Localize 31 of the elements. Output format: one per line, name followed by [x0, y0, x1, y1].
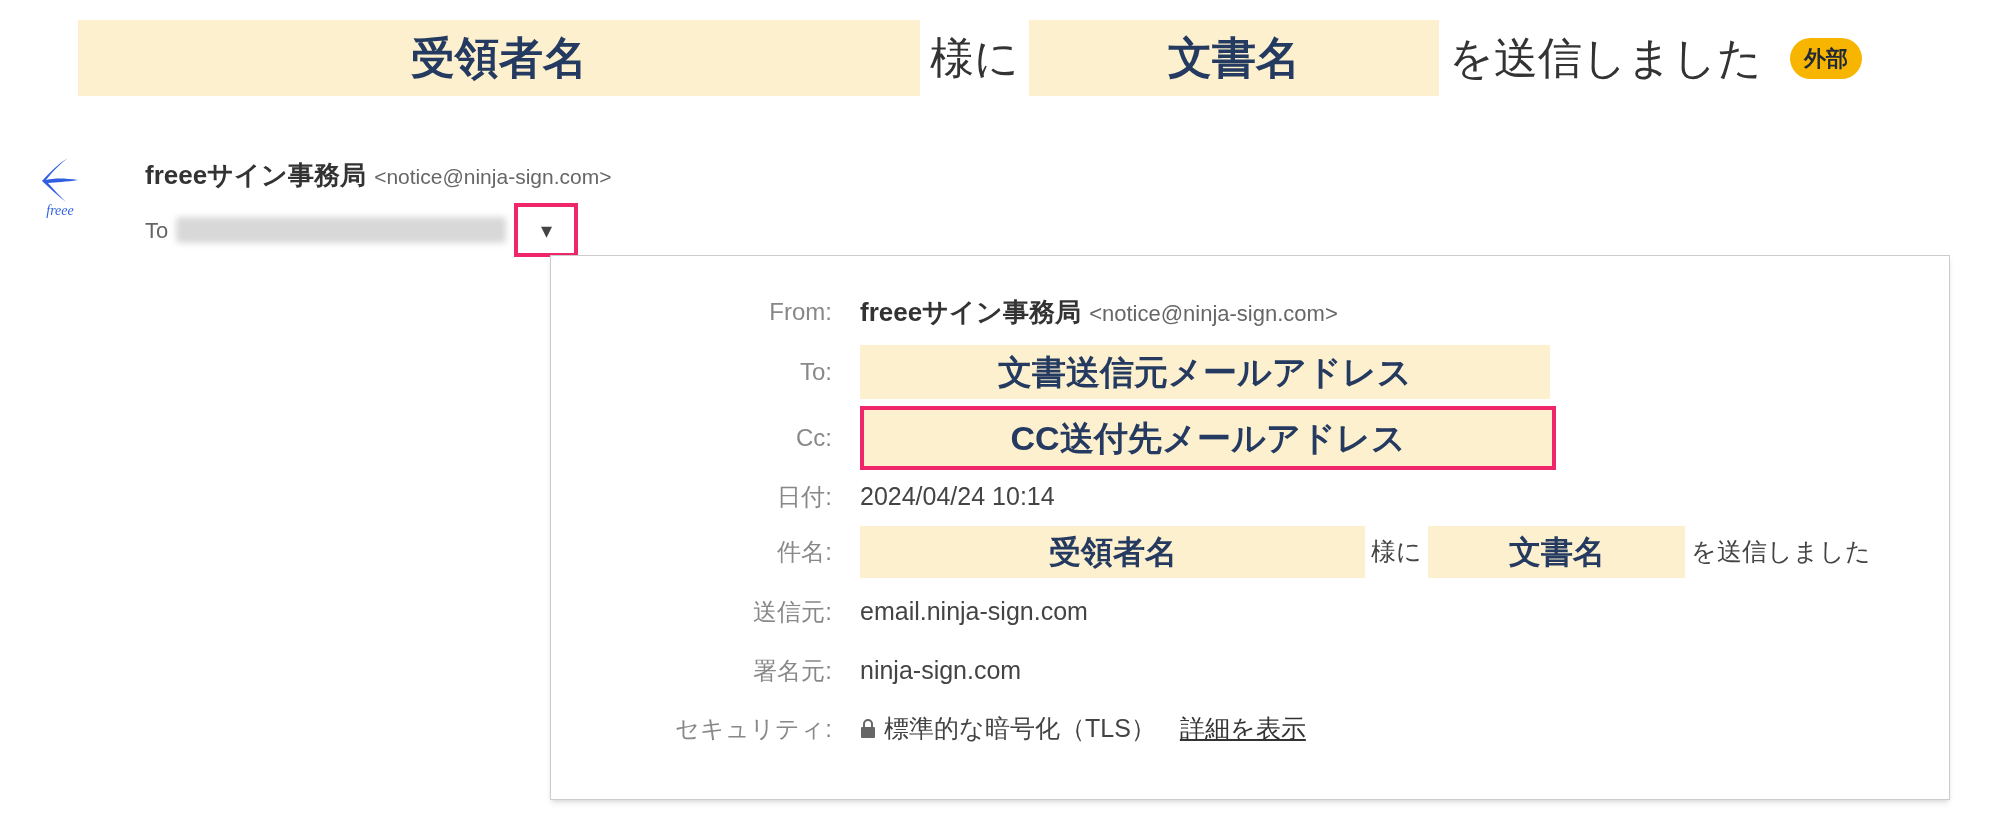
- detail-value: 2024/04/24 10:14: [860, 481, 1055, 513]
- details-link[interactable]: 詳細を表示: [1179, 710, 1306, 748]
- placeholder-text: 文書名: [1168, 32, 1300, 84]
- heading-text: 様に: [930, 32, 1019, 84]
- detail-label: 署名元:: [753, 656, 832, 686]
- detail-label: 送信元:: [753, 597, 832, 627]
- sender-name: freeeサイン事務局: [145, 159, 367, 192]
- placeholder-text: 受領者名: [411, 32, 587, 84]
- logo-text: freee: [46, 204, 74, 218]
- placeholder-text: 文書送信元メールアドレス: [998, 351, 1412, 393]
- sender-email: <notice@ninja-sign.com>: [374, 164, 612, 190]
- subject-text: 様に: [1371, 536, 1422, 568]
- detail-label: Cc:: [796, 423, 832, 453]
- to-label: To: [145, 216, 169, 245]
- subject-text: を送信しました: [1691, 536, 1871, 568]
- detail-label: From:: [769, 297, 832, 327]
- detail-value: ninja-sign.com: [860, 655, 1022, 687]
- sender-email: <notice@ninja-sign.com>: [1089, 299, 1338, 328]
- detail-label: セキュリティ:: [675, 714, 832, 744]
- placeholder-text: CC送付先メールアドレス: [1010, 417, 1406, 459]
- placeholder-text: 文書名: [1508, 533, 1605, 572]
- detail-label: To:: [800, 357, 832, 387]
- heading-text: を送信しました: [1449, 32, 1762, 84]
- detail-label: 日付:: [777, 482, 832, 512]
- detail-value: email.ninja-sign.com: [860, 596, 1088, 628]
- detail-label: 件名:: [777, 537, 832, 567]
- sender-name: freeeサイン事務局: [860, 295, 1082, 329]
- detail-value: 標準的な暗号化（TLS）: [884, 713, 1156, 745]
- external-badge: 外部: [1790, 37, 1862, 79]
- lock-icon: [860, 719, 876, 739]
- placeholder-text: 受領者名: [1048, 533, 1177, 572]
